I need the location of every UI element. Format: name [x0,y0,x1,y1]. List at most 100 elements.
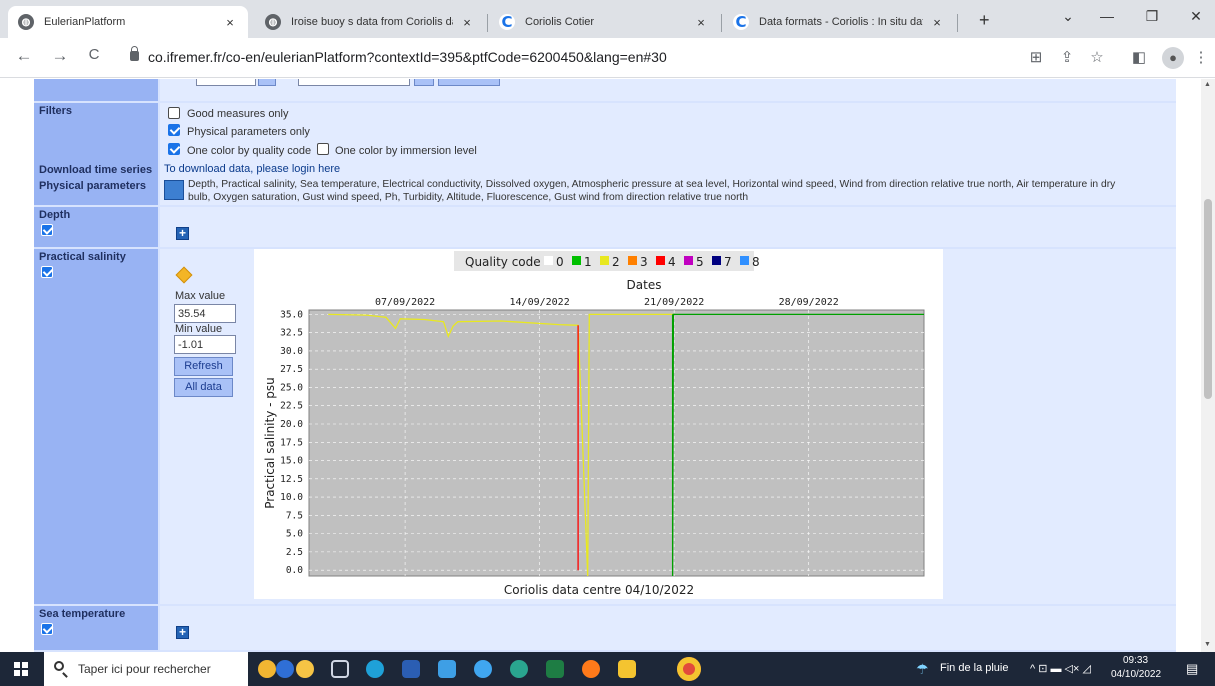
max-value-input[interactable] [174,304,236,323]
close-window-button[interactable]: ✕ [1181,8,1211,25]
globe-icon: ◍ [265,14,281,30]
taskbar-search-box[interactable]: Taper ici pour rechercher [44,652,248,686]
chrome-icon[interactable] [677,657,701,681]
url-text[interactable]: co.ifremer.fr/co-en/eulerianPlatform?con… [148,49,667,65]
coriolis-logo-icon: C [733,13,749,31]
tab-data-formats[interactable]: C Data formats - Coriolis : In situ data… [723,6,955,38]
new-tab-button[interactable]: + [979,10,990,31]
physical-parameters-only-label: Physical parameters only [187,126,310,138]
expand-sea-temperature-plus-icon[interactable]: + [176,626,189,639]
close-tab-icon[interactable]: × [693,15,709,30]
network-app-icon[interactable] [510,660,528,678]
maximize-button[interactable]: ❐ [1137,8,1167,25]
tab-search-icon[interactable]: ⌄ [1053,8,1083,25]
notifications-icon[interactable]: ▤ [1186,661,1198,677]
all-data-button[interactable]: All data [174,378,233,397]
page-scrollbar[interactable]: ▲ ▼ [1201,79,1215,652]
system-tray-icons[interactable]: ^ ⊡ ▬ ◁× ◿ [1030,662,1091,675]
tab-separator [487,14,488,32]
task-view-icon[interactable] [331,660,349,678]
date-from-input[interactable] [196,79,256,86]
forward-arrow-icon[interactable]: → [48,46,72,66]
salinity-checkbox[interactable] [41,266,53,278]
file-explorer-icon[interactable] [618,660,636,678]
clock-time[interactable]: 09:33 [1123,655,1148,666]
color-by-immersion-label: One color by immersion level [335,145,477,157]
bookmark-star-icon[interactable]: ☆ [1086,48,1108,66]
legend-swatch [740,256,749,265]
min-value-input[interactable] [174,335,236,354]
page-viewport: Filters Good measures only Physical para… [0,79,1201,652]
translate-icon[interactable]: ⊞ [1025,48,1047,66]
scrollbar-thumb[interactable] [1204,199,1212,399]
salinity-chart-svg: Quality code 0 1 2 3 4 5 7 8 Dates 0.0 2.5 5.0 7.5 10.… [263,251,925,597]
minimize-button[interactable]: — [1092,8,1122,24]
min-value-label: Min value [175,323,223,335]
legend-swatch [544,256,553,265]
calendar-to-button[interactable] [414,79,434,86]
x-tick-label: 07/09/2022 [375,297,435,308]
y-tick-label: 17.5 [280,437,303,448]
legend-code: 7 [724,255,732,269]
firefox-icon[interactable] [582,660,600,678]
windows-start-icon[interactable] [14,662,28,676]
browser-toolbar: ← → C co.ifremer.fr/co-en/eulerianPlatfo… [0,38,1215,78]
y-tick-label: 27.5 [280,364,303,375]
color-by-immersion-checkbox[interactable] [317,143,329,155]
excel-icon[interactable] [546,660,564,678]
orange-arrow-icon[interactable] [175,266,193,284]
legend-code: 3 [640,255,648,269]
filters-value-cell: Good measures only Physical parameters o… [160,103,1176,163]
x-tick-label: 21/09/2022 [644,297,704,308]
login-download-link[interactable]: To download data, please login here [164,163,340,175]
parameters-selector-icon[interactable] [164,180,184,200]
azure-data-studio-icon[interactable] [438,660,456,678]
news-icon[interactable] [276,660,294,678]
menu-kebab-icon[interactable]: ⋮ [1190,48,1212,66]
calendar-from-button[interactable] [258,79,276,86]
close-tab-icon[interactable]: × [222,15,238,30]
expand-depth-plus-icon[interactable]: + [176,227,189,240]
parameters-list-line-2: bulb, Oxygen saturation, Gust wind speed… [188,192,749,203]
address-bar[interactable]: co.ifremer.fr/co-en/eulerianPlatform?con… [120,43,1005,73]
legend-swatch [656,256,665,265]
profile-avatar-icon[interactable]: ● [1162,47,1184,69]
clock-date[interactable]: 04/10/2022 [1111,669,1161,680]
word-icon[interactable] [402,660,420,678]
color-by-quality-checkbox[interactable] [168,143,180,155]
close-tab-icon[interactable]: × [459,15,475,30]
sun-icon[interactable] [296,660,314,678]
x-axis-title: Dates [627,278,662,292]
depth-checkbox[interactable] [41,224,53,236]
depth-value-cell: + [160,207,1176,247]
max-value-label: Max value [175,290,226,302]
scroll-down-arrow-icon[interactable]: ▼ [1204,641,1211,648]
legend-code: 2 [612,255,620,269]
physical-parameters-label-cell: Physical parameters [34,177,158,205]
scroll-up-arrow-icon[interactable]: ▲ [1204,81,1211,88]
tab-eulerian-platform[interactable]: ◍ EulerianPlatform × [8,6,248,38]
lock-icon [130,46,139,61]
date-to-input[interactable] [298,79,410,86]
sea-temperature-value-cell: + [160,606,1176,650]
share-icon[interactable]: ⇪ [1056,48,1078,66]
physical-parameters-checkbox[interactable] [168,124,180,136]
edge-browser-icon[interactable] [366,660,384,678]
sea-temperature-checkbox[interactable] [41,623,53,635]
y-tick-label: 20.0 [280,419,303,430]
side-panel-icon[interactable]: ◧ [1128,48,1150,66]
widgets-weather-icon[interactable] [258,660,276,678]
reload-icon[interactable]: C [82,46,106,63]
legend-swatch [684,256,693,265]
back-arrow-icon[interactable]: ← [12,46,36,66]
refresh-dates-button[interactable] [438,79,500,86]
close-tab-icon[interactable]: × [929,15,945,30]
tab-coriolis-cotier[interactable]: C Coriolis Cotier × [489,6,719,38]
refresh-button[interactable]: Refresh [174,357,233,376]
y-tick-label: 7.5 [286,510,303,521]
weather-text[interactable]: Fin de la pluie [940,662,1009,674]
good-measures-checkbox[interactable] [168,107,180,119]
tab-iroise-buoy[interactable]: ◍ Iroise buoy s data from Coriolis data … [255,6,485,38]
app-icon[interactable] [474,660,492,678]
physical-parameters-value-cell: Depth, Practical salinity, Sea temperatu… [160,177,1176,205]
